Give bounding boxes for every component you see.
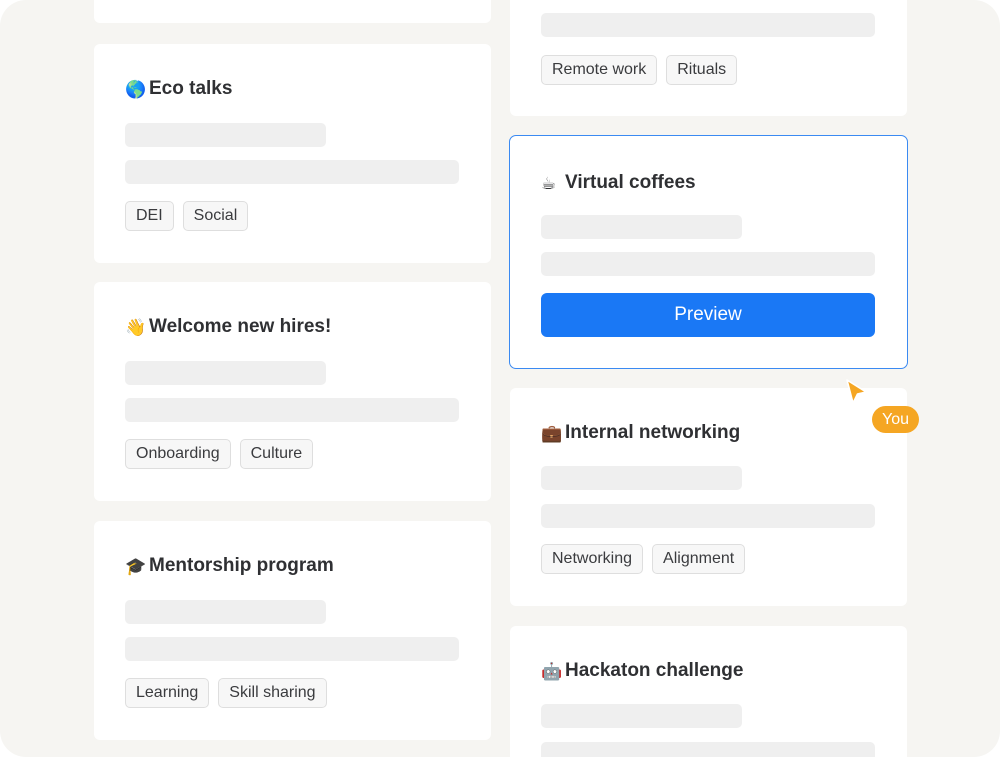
tag-skill-sharing[interactable]: Skill sharing xyxy=(218,678,327,708)
globe-icon: 🌎 xyxy=(125,79,147,99)
tag-remote-work[interactable]: Remote work xyxy=(541,55,658,85)
placeholder-line xyxy=(125,123,326,147)
card-title-text: Welcome new hires! xyxy=(149,316,332,337)
card-title-text: Mentorship program xyxy=(149,555,334,576)
card-title-text: Virtual coffees xyxy=(565,172,696,193)
coffee-icon: ☕ xyxy=(541,173,557,193)
placeholder-line xyxy=(125,361,326,385)
robot-icon: 🤖 xyxy=(541,661,563,681)
placeholder-line xyxy=(541,466,742,490)
placeholder-line xyxy=(541,215,742,239)
card-title-text: Hackaton challenge xyxy=(565,660,744,681)
card-eco-talks[interactable]: 🌎 Eco talks DEI Social xyxy=(94,44,491,263)
card-partial-top-left[interactable] xyxy=(94,0,491,23)
tag-rituals[interactable]: Rituals xyxy=(666,55,738,85)
placeholder-line xyxy=(541,252,875,276)
briefcase-icon: 💼 xyxy=(541,423,563,443)
card-title-text: Eco talks xyxy=(149,78,233,99)
card-title: 👋 Welcome new hires! xyxy=(125,316,331,338)
card-hackaton-challenge[interactable]: 🤖 Hackaton challenge xyxy=(510,626,907,757)
waving-hand-icon: 👋 xyxy=(125,317,147,337)
template-gallery: Remote work Rituals 🌎 Eco talks DEI Soci… xyxy=(0,0,1000,757)
placeholder-line xyxy=(125,637,459,661)
card-title-text: Internal networking xyxy=(565,422,741,443)
tag-networking[interactable]: Networking xyxy=(541,544,644,574)
cursor-arrow-icon xyxy=(846,379,867,404)
tag-alignment[interactable]: Alignment xyxy=(652,544,746,574)
card-title: 🤖 Hackaton challenge xyxy=(541,660,743,682)
tag-list: Networking Alignment xyxy=(541,544,746,574)
placeholder-line xyxy=(125,600,326,624)
card-title: ☕ Virtual coffees xyxy=(541,172,696,194)
tag-social[interactable]: Social xyxy=(182,201,249,231)
tag-list: Onboarding Culture xyxy=(125,439,314,469)
card-title: 🌎 Eco talks xyxy=(125,78,232,100)
tag-onboarding[interactable]: Onboarding xyxy=(125,439,231,469)
tag-dei[interactable]: DEI xyxy=(125,201,174,231)
tag-list: Learning Skill sharing xyxy=(125,678,327,708)
tag-list: DEI Social xyxy=(125,201,249,231)
cursor-label: You xyxy=(872,406,919,433)
card-virtual-coffees[interactable]: ☕ Virtual coffees Preview xyxy=(509,135,908,369)
tag-learning[interactable]: Learning xyxy=(125,678,210,708)
placeholder-line xyxy=(541,742,875,757)
placeholder-line xyxy=(125,160,459,184)
card-title: 💼 Internal networking xyxy=(541,422,740,444)
placeholder-line xyxy=(541,704,742,728)
preview-button[interactable]: Preview xyxy=(541,293,875,337)
tag-list: Remote work Rituals xyxy=(541,55,738,85)
card-welcome-new-hires[interactable]: 👋 Welcome new hires! Onboarding Culture xyxy=(94,282,491,501)
card-title: 🎓 Mentorship program xyxy=(125,555,334,577)
placeholder-line xyxy=(125,398,459,422)
placeholder-line xyxy=(541,13,875,37)
tag-culture[interactable]: Culture xyxy=(239,439,314,469)
card-mentorship-program[interactable]: 🎓 Mentorship program Learning Skill shar… xyxy=(94,521,491,740)
card-internal-networking[interactable]: 💼 Internal networking Networking Alignme… xyxy=(510,388,907,606)
graduation-cap-icon: 🎓 xyxy=(125,556,147,576)
card-remote-work[interactable]: Remote work Rituals xyxy=(510,0,907,116)
placeholder-line xyxy=(541,504,875,528)
